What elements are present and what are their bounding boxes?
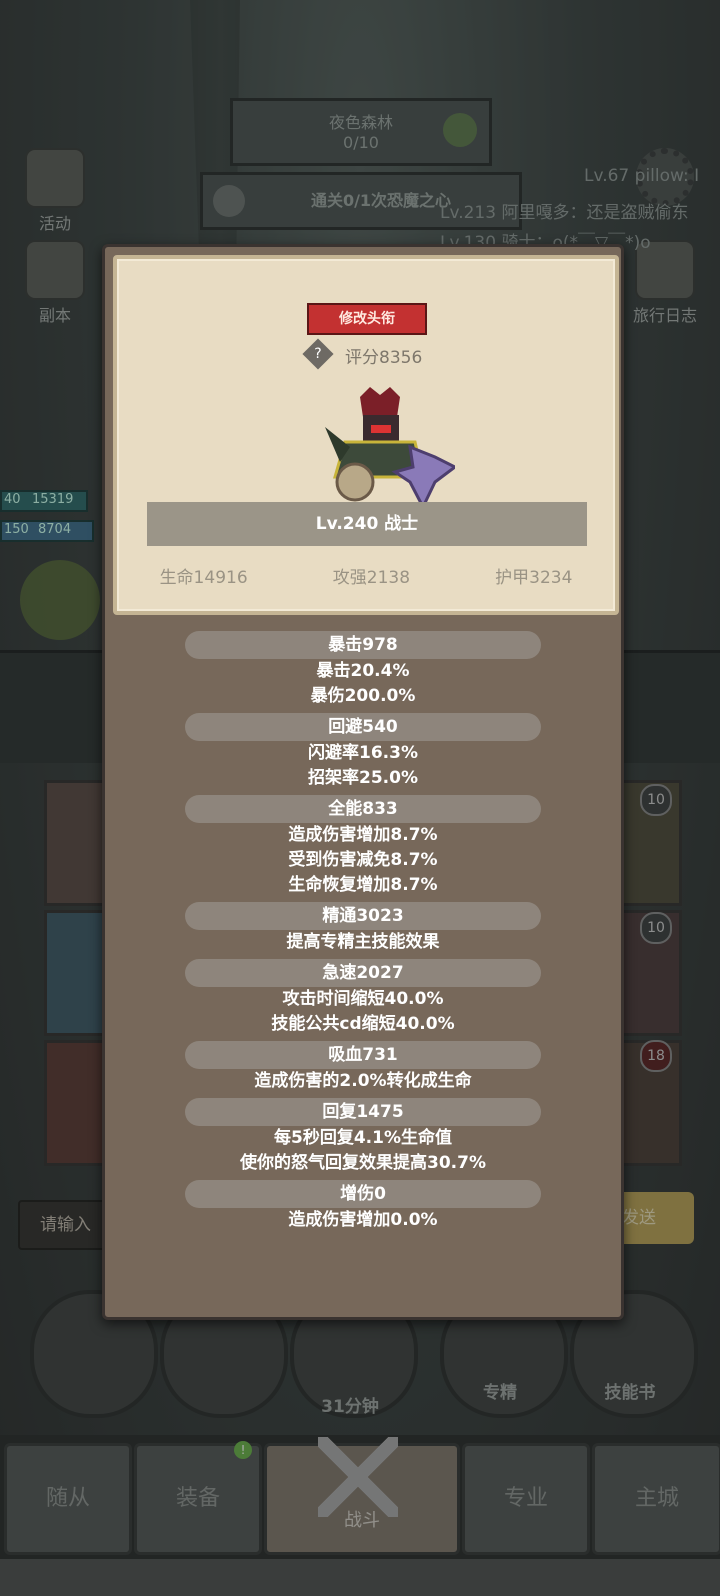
attribute-line: 提高专精主技能效果 <box>286 932 440 952</box>
attribute-line: 造成伤害增加8.7% <box>288 825 438 845</box>
character-card: 修改头衔 ? 评分8356 Lv.240 战士 生命14916 攻强2138 护… <box>113 255 619 615</box>
attribute-title: 吸血731 <box>185 1041 541 1069</box>
edit-title-button[interactable]: 修改头衔 <box>307 303 427 335</box>
attribute-title: 回复1475 <box>185 1098 541 1126</box>
character-stats-panel: 修改头衔 ? 评分8356 Lv.240 战士 生命14916 攻强2138 护… <box>102 244 624 1320</box>
attribute-group: 全能833 造成伤害增加8.7% 受到伤害减免8.7% 生命恢复增加8.7% <box>105 795 621 898</box>
base-stats: 生命14916 攻强2138 护甲3234 <box>117 563 615 588</box>
attribute-line: 闪避率16.3% <box>308 743 418 763</box>
attribute-line: 每5秒回复4.1%生命值 <box>274 1128 452 1148</box>
attribute-title: 急速2027 <box>185 959 541 987</box>
attribute-group: 回复1475 每5秒回复4.1%生命值 使你的怒气回复效果提高30.7% <box>105 1098 621 1176</box>
attribute-line: 技能公共cd缩短40.0% <box>271 1014 455 1034</box>
attribute-line: 暴击20.4% <box>316 661 410 681</box>
attribute-line: 受到伤害减免8.7% <box>288 850 438 870</box>
attribute-title: 增伤0 <box>185 1180 541 1208</box>
help-icon[interactable]: ? <box>302 338 334 370</box>
attribute-group: 回避540 闪避率16.3% 招架率25.0% <box>105 713 621 791</box>
attribute-line: 暴伤200.0% <box>310 686 416 706</box>
attribute-title: 全能833 <box>185 795 541 823</box>
hp-stat: 生命14916 <box>159 568 248 588</box>
level-class-label: Lv.240 战士 <box>147 502 587 546</box>
attribute-line: 生命恢复增加8.7% <box>288 875 438 895</box>
attribute-line: 攻击时间缩短40.0% <box>282 989 444 1009</box>
attribute-group: 精通3023 提高专精主技能效果 <box>105 902 621 955</box>
score-text: 评分8356 <box>345 348 423 368</box>
armor-stat: 护甲3234 <box>495 568 573 588</box>
attribute-group: 急速2027 攻击时间缩短40.0% 技能公共cd缩短40.0% <box>105 959 621 1037</box>
attribute-line: 造成伤害的2.0%转化成生命 <box>254 1071 472 1091</box>
attribute-group: 吸血731 造成伤害的2.0%转化成生命 <box>105 1041 621 1094</box>
attribute-line: 使你的怒气回复效果提高30.7% <box>240 1153 486 1173</box>
attribute-group: 暴击978 暴击20.4% 暴伤200.0% <box>105 631 621 709</box>
warrior-portrait <box>325 387 455 511</box>
attribute-title: 回避540 <box>185 713 541 741</box>
attribute-group: 增伤0 造成伤害增加0.0% <box>105 1180 621 1233</box>
attribute-line: 造成伤害增加0.0% <box>288 1210 438 1230</box>
attack-stat: 攻强2138 <box>332 568 411 588</box>
attribute-line: 招架率25.0% <box>308 768 418 788</box>
attribute-title: 精通3023 <box>185 902 541 930</box>
attribute-list: 暴击978 暴击20.4% 暴伤200.0% 回避540 闪避率16.3% 招架… <box>105 627 621 1233</box>
attribute-title: 暴击978 <box>185 631 541 659</box>
